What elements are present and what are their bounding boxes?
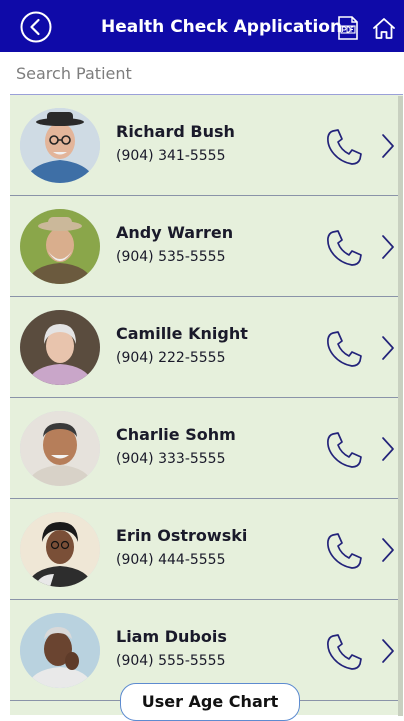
patient-avatar — [20, 209, 100, 284]
patient-row[interactable]: Andy Warren (904) 535-5555 — [10, 196, 403, 297]
patient-name: Camille Knight — [116, 324, 248, 343]
patient-phone: (904) 222-5555 — [116, 350, 226, 366]
patient-avatar — [20, 512, 100, 587]
patient-phone: (904) 341-5555 — [116, 148, 226, 164]
user-age-chart-button[interactable]: User Age Chart — [120, 683, 300, 721]
pdf-icon[interactable] — [337, 16, 359, 40]
app-header: Health Check Application — [0, 0, 404, 52]
patient-list: Richard Bush (904) 341-5555 Andy Warren … — [10, 95, 403, 715]
chevron-right-icon[interactable] — [378, 232, 398, 262]
back-circle-icon[interactable] — [20, 11, 52, 43]
chevron-right-icon[interactable] — [378, 131, 398, 161]
chevron-right-icon[interactable] — [378, 434, 398, 464]
patient-name: Charlie Sohm — [116, 425, 236, 444]
patient-name: Liam Dubois — [116, 627, 227, 646]
patient-row[interactable]: Camille Knight (904) 222-5555 — [10, 297, 403, 398]
page-title: Health Check Application — [101, 17, 343, 37]
phone-icon[interactable] — [324, 228, 364, 268]
phone-icon[interactable] — [324, 531, 364, 571]
patient-avatar — [20, 108, 100, 183]
phone-icon[interactable] — [324, 632, 364, 672]
chevron-right-icon[interactable] — [378, 636, 398, 666]
patient-name: Andy Warren — [116, 223, 234, 242]
list-scrollbar[interactable] — [398, 96, 403, 716]
chevron-right-icon[interactable] — [378, 333, 398, 363]
phone-icon[interactable] — [324, 329, 364, 369]
phone-icon[interactable] — [324, 127, 364, 167]
patient-phone: (904) 555-5555 — [116, 653, 226, 669]
patient-row[interactable]: Charlie Sohm (904) 333-5555 — [10, 398, 403, 499]
patient-avatar — [20, 613, 100, 688]
patient-row[interactable]: Richard Bush (904) 341-5555 — [10, 95, 403, 196]
patient-phone: (904) 444-5555 — [116, 552, 226, 568]
patient-phone: (904) 535-5555 — [116, 249, 226, 265]
phone-icon[interactable] — [324, 430, 364, 470]
patient-name: Richard Bush — [116, 122, 235, 141]
patient-name: Erin Ostrowski — [116, 526, 248, 545]
patient-avatar — [20, 411, 100, 486]
search-input[interactable] — [10, 52, 403, 95]
patient-row[interactable]: Erin Ostrowski (904) 444-5555 — [10, 499, 403, 600]
patient-phone: (904) 333-5555 — [116, 451, 226, 467]
home-icon[interactable] — [372, 17, 396, 41]
chevron-right-icon[interactable] — [378, 535, 398, 565]
patient-avatar — [20, 310, 100, 385]
